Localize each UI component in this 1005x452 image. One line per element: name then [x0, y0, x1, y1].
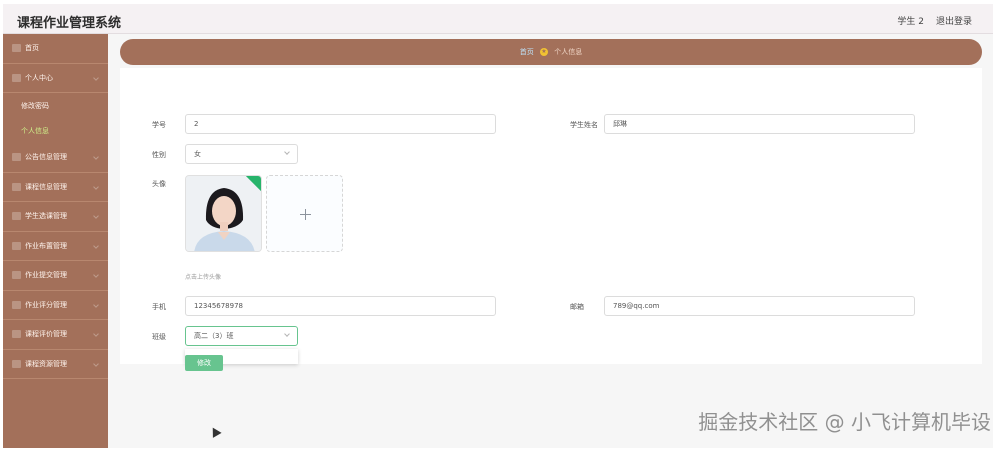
phone-label: 手机: [152, 303, 166, 311]
star-icon: ★: [540, 48, 548, 56]
class-label: 班级: [152, 333, 166, 341]
chevron-down-icon: [284, 149, 290, 155]
sidebar-subitem-personal-info[interactable]: 个人信息: [3, 118, 108, 143]
sidebar-item-homework-grading[interactable]: 作业评分管理: [3, 291, 108, 320]
student-name-label: 学生姓名: [570, 121, 598, 129]
sidebar-item-course-resources[interactable]: 课程资源管理: [3, 350, 108, 379]
sidebar-item-homework-assign[interactable]: 作业布置管理: [3, 232, 108, 261]
current-user: 学生 2: [897, 17, 924, 27]
watermark: 掘金技术社区 @ 小飞计算机毕设: [698, 410, 991, 434]
chevron-down-icon: [93, 331, 99, 337]
breadcrumb-home[interactable]: 首页: [520, 48, 534, 56]
sidebar-item-label: 作业提交管理: [25, 271, 67, 280]
breadcrumb-current: 个人信息: [554, 48, 583, 56]
avatar-photo: [186, 176, 261, 251]
folder-icon: [12, 359, 21, 368]
sidebar-item-label: 作业布置管理: [25, 241, 67, 250]
sidebar-item-label: 课程评价管理: [25, 330, 67, 339]
avatar-upload-button[interactable]: [266, 175, 343, 252]
sidebar-item-course-selection[interactable]: 学生选课管理: [3, 202, 108, 232]
sidebar-item-announcements[interactable]: 公告信息管理: [3, 143, 108, 173]
top-bar: 课程作业管理系统 学生 2 退出登录: [3, 4, 993, 34]
student-name-field[interactable]: 邱琳: [604, 114, 915, 134]
avatar-label: 头像: [152, 180, 166, 188]
plus-icon-vertical: [305, 209, 306, 220]
phone-field[interactable]: 12345678978: [185, 296, 496, 316]
upload-icon: [12, 271, 21, 280]
sidebar-item-label: 公告信息管理: [25, 153, 67, 162]
chevron-down-icon: [93, 154, 99, 160]
email-field[interactable]: 789@qq.com: [604, 296, 915, 316]
sidebar-item-personal-center[interactable]: 个人中心: [3, 64, 108, 93]
sidebar: 首页 个人中心 修改密码 个人信息 公告信息管理 课程信息管理 学生选课管理 作…: [3, 34, 108, 448]
email-label: 邮箱: [570, 303, 584, 311]
chevron-down-icon: [93, 360, 99, 367]
avatar-upload-tip: 点击上传头像: [185, 274, 222, 281]
sidebar-item-label: 课程资源管理: [25, 359, 67, 368]
bell-icon: [12, 153, 21, 162]
class-value: 高二（3）班: [194, 332, 234, 340]
chevron-down-icon: [93, 74, 99, 81]
sidebar-item-course-reviews[interactable]: 课程评价管理: [3, 320, 108, 350]
profile-form: 学号 2 学生姓名 邱琳 性别 女 头像 点击上传头像 手机 123456789…: [120, 68, 982, 371]
student-no-field[interactable]: 2: [185, 114, 496, 134]
comment-icon: [12, 330, 21, 339]
sidebar-item-label: 首页: [25, 44, 39, 53]
grade-icon: [12, 300, 21, 309]
sidebar-item-label: 课程信息管理: [25, 182, 67, 191]
edit-icon: [12, 241, 21, 250]
sidebar-item-home[interactable]: 首页: [3, 34, 108, 64]
chevron-down-icon: [93, 213, 99, 219]
chevron-down-icon: [93, 183, 99, 190]
book-icon: [12, 182, 21, 191]
chevron-down-icon: [93, 272, 99, 278]
sidebar-item-label: 学生选课管理: [25, 212, 67, 221]
home-icon: [12, 44, 21, 53]
sidebar-item-homework-submit[interactable]: 作业提交管理: [3, 261, 108, 291]
student-no-label: 学号: [152, 121, 166, 129]
logout-link[interactable]: 退出登录: [936, 14, 972, 27]
gender-select[interactable]: 女: [185, 144, 298, 164]
chevron-down-icon: [284, 331, 290, 337]
avatar-thumbnail[interactable]: [185, 175, 262, 252]
modify-button[interactable]: 修改: [185, 355, 223, 371]
chevron-down-icon: [93, 242, 99, 249]
breadcrumb: 首页 ★ 个人信息: [120, 39, 982, 65]
gender-value: 女: [194, 150, 201, 158]
gender-label: 性别: [152, 151, 166, 159]
sidebar-subitem-change-password[interactable]: 修改密码: [3, 93, 108, 118]
sidebar-item-courses[interactable]: 课程信息管理: [3, 173, 108, 202]
list-icon: [12, 212, 21, 221]
sidebar-item-label: 个人中心: [25, 73, 53, 82]
sidebar-item-label: 作业评分管理: [25, 300, 67, 309]
class-select[interactable]: 高二（3）班: [185, 326, 298, 346]
chevron-down-icon: [93, 301, 99, 308]
app-title: 课程作业管理系统: [17, 16, 122, 31]
main-content: 首页 ★ 个人信息 学号 2 学生姓名 邱琳 性别 女 头像 点击上传头像 手机…: [108, 34, 993, 448]
user-icon: [12, 73, 21, 82]
